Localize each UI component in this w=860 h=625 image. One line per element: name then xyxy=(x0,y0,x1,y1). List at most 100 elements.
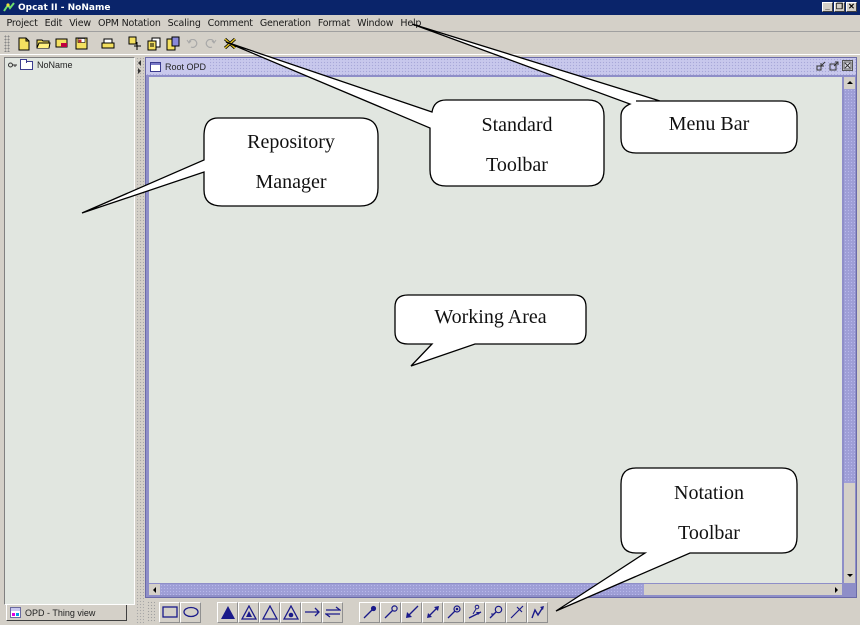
opd-view-icon xyxy=(10,607,21,618)
invocation-link-icon xyxy=(530,606,544,619)
repository-manager: NoName xyxy=(4,57,135,605)
ellipse-icon xyxy=(182,606,199,618)
frame-maximize-icon[interactable] xyxy=(829,61,839,71)
callout-line: Repository xyxy=(247,131,335,153)
delete-x-icon xyxy=(223,37,237,50)
paste-button[interactable] xyxy=(165,36,181,52)
object-tool-button[interactable] xyxy=(159,601,180,623)
load-icon xyxy=(55,38,68,48)
menu-format[interactable]: Format xyxy=(314,18,353,29)
frame-close-button[interactable] xyxy=(842,60,853,71)
vertical-scrollbar[interactable] xyxy=(844,77,855,583)
instrument-link-tool-button[interactable] xyxy=(380,601,401,623)
undo-button[interactable] xyxy=(184,36,200,52)
exhibition-tool-button[interactable] xyxy=(238,601,259,623)
arrow-up-icon xyxy=(846,81,853,84)
instantiation-tool-button[interactable] xyxy=(280,601,301,623)
exception-link-icon xyxy=(510,605,523,619)
save-project-button[interactable] xyxy=(73,36,89,52)
horizontal-scroll-thumb[interactable] xyxy=(160,584,644,595)
open-project-button[interactable] xyxy=(35,36,51,52)
condition-link-icon xyxy=(447,605,461,619)
dot-triangle-icon xyxy=(282,604,299,620)
delete-button[interactable] xyxy=(222,36,238,52)
filled-triangle-icon xyxy=(220,605,235,619)
aggregation-tool-button[interactable] xyxy=(217,601,238,623)
unidirectional-relation-tool-button[interactable] xyxy=(301,601,322,623)
split-pane-divider[interactable] xyxy=(136,57,144,625)
callout-line: Notation xyxy=(674,482,744,504)
callout-label-working-area: Working Area xyxy=(396,297,585,337)
load-project-button[interactable] xyxy=(54,36,70,52)
redo-icon xyxy=(205,38,217,48)
invocation-link-tool-button[interactable] xyxy=(527,601,548,623)
scroll-up-button[interactable] xyxy=(844,77,855,88)
vertical-scroll-thumb[interactable] xyxy=(844,89,855,483)
consumption-link-tool-button[interactable] xyxy=(401,601,422,623)
window-controls: _ ❐ ✕ xyxy=(822,2,857,12)
paste-icon xyxy=(166,36,180,51)
effect-link-icon xyxy=(426,606,439,618)
callout-line: Toolbar xyxy=(486,154,548,176)
close-button[interactable]: ✕ xyxy=(846,2,857,12)
exception-link-tool-button[interactable] xyxy=(506,601,527,623)
hollow-triangle-icon xyxy=(261,604,278,620)
menu-edit[interactable]: Edit xyxy=(41,18,66,29)
close-icon xyxy=(843,61,852,70)
key-expander-icon[interactable] xyxy=(8,62,17,68)
restore-button[interactable]: ❐ xyxy=(834,2,845,12)
folder-icon xyxy=(20,58,33,70)
rectangle-icon xyxy=(161,606,178,618)
opcat-window: Opcat II - NoName _ ❐ ✕ Project Edit Vie… xyxy=(0,0,860,625)
instrument-event-link-tool-button[interactable] xyxy=(485,601,506,623)
generalization-tool-button[interactable] xyxy=(259,601,280,623)
arrow-left-icon xyxy=(153,586,156,593)
callout-line: Toolbar xyxy=(678,522,740,544)
menu-view[interactable]: View xyxy=(66,18,95,29)
horizontal-scrollbar[interactable] xyxy=(149,584,842,595)
print-button[interactable] xyxy=(100,36,116,52)
menu-help[interactable]: Help xyxy=(397,18,425,29)
scroll-down-button[interactable] xyxy=(844,570,855,581)
redo-button[interactable] xyxy=(203,36,219,52)
instrument-link-icon xyxy=(384,605,398,619)
tree-node-root[interactable]: NoName xyxy=(8,58,73,70)
menu-scaling[interactable]: Scaling xyxy=(164,18,204,29)
new-project-button[interactable] xyxy=(16,36,32,52)
expand-right-arrow-icon[interactable] xyxy=(138,68,141,74)
condition-link-tool-button[interactable] xyxy=(443,601,464,623)
menu-comment[interactable]: Comment xyxy=(204,18,256,29)
menu-bar: Project Edit View OPM Notation Scaling C… xyxy=(0,15,860,32)
minimize-button[interactable]: _ xyxy=(822,2,833,12)
event-link-tool-button[interactable] xyxy=(464,601,485,623)
menu-opm-notation[interactable]: OPM Notation xyxy=(94,18,164,29)
callout-label-menu-bar: Menu Bar xyxy=(622,104,796,144)
scroll-right-button[interactable] xyxy=(831,584,842,595)
menu-project[interactable]: Project xyxy=(3,18,41,29)
effect-link-tool-button[interactable] xyxy=(422,601,443,623)
notation-toolbar-grip[interactable] xyxy=(147,601,155,623)
bidirectional-relation-tool-button[interactable] xyxy=(322,601,343,623)
copy-icon xyxy=(147,37,161,50)
collapse-left-arrow-icon[interactable] xyxy=(138,60,141,66)
toolbar-grip[interactable] xyxy=(4,35,10,52)
undo-icon xyxy=(186,38,198,48)
cut-button[interactable] xyxy=(127,36,143,52)
frame-minimize-icon[interactable] xyxy=(816,61,826,71)
arrow-down-icon xyxy=(846,574,853,577)
app-logo-icon xyxy=(3,2,15,12)
tree-node-label: NoName xyxy=(37,60,73,70)
menu-window[interactable]: Window xyxy=(354,18,397,29)
standard-toolbar xyxy=(0,33,860,55)
copy-button[interactable] xyxy=(146,36,162,52)
tab-opd-thing-view[interactable]: OPD - Thing view xyxy=(6,605,127,621)
agent-link-icon xyxy=(363,605,376,619)
callout-label-notation-toolbar: Notation Toolbar xyxy=(622,473,796,553)
scroll-left-button[interactable] xyxy=(149,584,160,595)
notation-toolbar xyxy=(145,599,860,625)
process-tool-button[interactable] xyxy=(180,601,201,623)
menu-generation[interactable]: Generation xyxy=(256,18,314,29)
callout-line: Working Area xyxy=(434,306,547,328)
opd-frame-titlebar[interactable]: Root OPD xyxy=(146,58,856,75)
agent-link-tool-button[interactable] xyxy=(359,601,380,623)
